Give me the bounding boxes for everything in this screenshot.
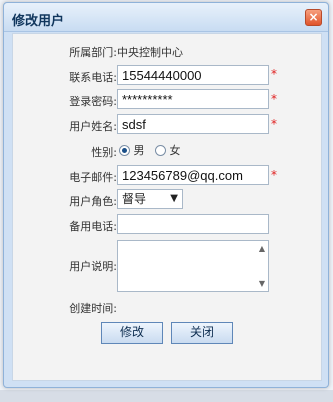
created-label: 创建时间:: [69, 302, 117, 315]
scroll-up-icon[interactable]: ▲: [259, 244, 265, 253]
email-field[interactable]: 123456789@qq.com: [117, 165, 269, 185]
scroll-down-icon[interactable]: ▼: [259, 279, 265, 288]
phone-label: 联系电话:: [69, 71, 117, 84]
close-button[interactable]: 关闭: [171, 322, 233, 344]
gender-label: 性别:: [91, 146, 117, 159]
gender-option-female[interactable]: 女: [155, 142, 181, 158]
remark-textarea[interactable]: ▲ ▼: [117, 240, 269, 292]
org-label: 所属部门:: [69, 46, 117, 59]
role-label: 用户角色:: [69, 195, 117, 208]
phone-field[interactable]: 15544440000: [117, 65, 269, 85]
role-select-value: 督导: [122, 192, 147, 206]
password-field[interactable]: **********: [117, 89, 269, 109]
role-select[interactable]: 督导 ▼: [117, 189, 183, 209]
gender-female-label: 女: [169, 144, 181, 157]
contact-field[interactable]: [117, 214, 269, 234]
form-body: 所属部门: 中央控制中心 联系电话: 15544440000 * 登录密码: *…: [12, 33, 322, 381]
edit-user-dialog: 修改用户 × 所属部门: 中央控制中心 联系电话: 15544440000 * …: [3, 2, 329, 388]
password-label: 登录密码:: [69, 95, 117, 108]
radio-female-icon[interactable]: [155, 145, 166, 156]
remark-label: 用户说明:: [69, 260, 117, 273]
dialog-titlebar[interactable]: 修改用户 ×: [4, 3, 328, 32]
gender-option-male[interactable]: 男: [119, 142, 145, 158]
close-icon[interactable]: ×: [305, 9, 322, 26]
save-button[interactable]: 修改: [101, 322, 163, 344]
password-required-mark: *: [271, 92, 277, 106]
username-label: 用户姓名:: [69, 120, 117, 133]
phone-required-mark: *: [271, 67, 277, 81]
email-label: 电子邮件:: [69, 171, 117, 184]
username-required-mark: *: [271, 117, 277, 131]
contact-label: 备用电话:: [69, 220, 117, 233]
username-field[interactable]: sdsf: [117, 114, 269, 134]
chevron-down-icon[interactable]: ▼: [170, 190, 178, 207]
background-strip: [0, 390, 333, 402]
gender-male-label: 男: [133, 144, 145, 157]
radio-male-icon[interactable]: [119, 145, 130, 156]
org-value: 中央控制中心: [117, 46, 183, 59]
email-required-mark: *: [271, 168, 277, 182]
dialog-title: 修改用户: [12, 14, 65, 29]
